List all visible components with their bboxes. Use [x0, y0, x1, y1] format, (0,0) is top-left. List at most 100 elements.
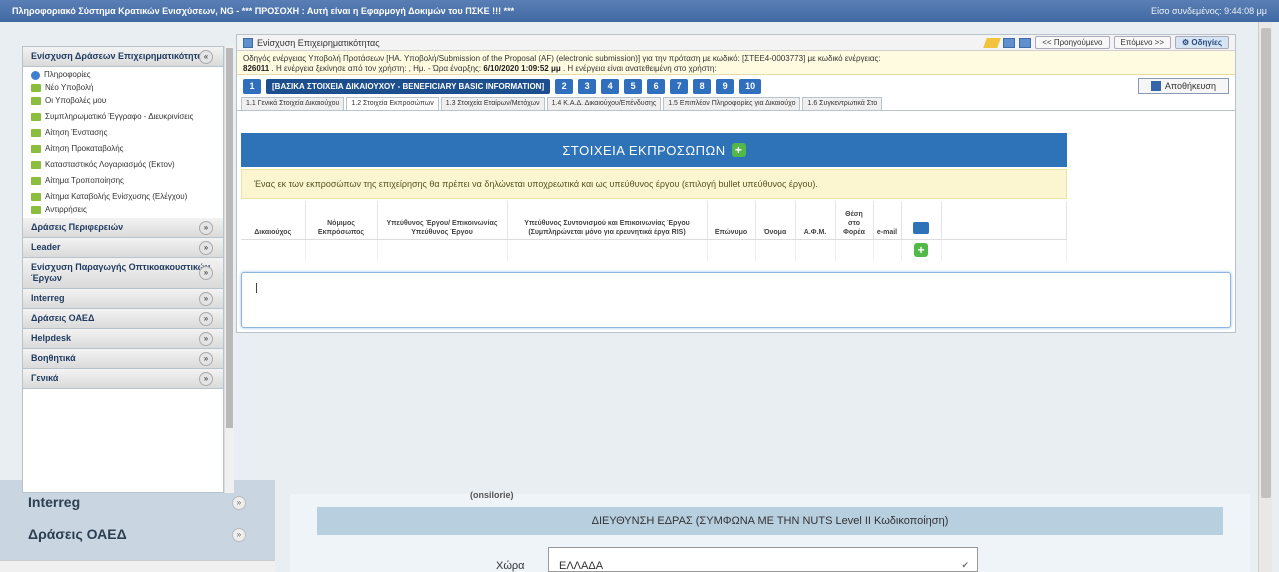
text-caret	[256, 283, 257, 293]
step-button[interactable]: 6	[647, 78, 666, 94]
sidebar-group[interactable]: Ενίσχυση Παραγωγής Οπτικοακουστικών Έργω…	[23, 258, 223, 289]
sidebar-group[interactable]: Leader »	[23, 238, 223, 258]
edit-icon[interactable]	[983, 37, 1002, 48]
sidebar-item-info[interactable]: Πληροφορίες	[23, 67, 223, 83]
scroll-thumb[interactable]	[1261, 28, 1271, 498]
column-header: Επώνυμο	[707, 201, 756, 240]
sidebar-group-label: Interreg	[31, 293, 65, 303]
chevron-down-icon[interactable]: »	[199, 240, 213, 255]
chevron-down-icon[interactable]: »	[199, 220, 213, 235]
chevron-down-icon[interactable]: »	[199, 331, 213, 346]
table-cell	[241, 239, 306, 261]
sidebar-item-supplementary[interactable]: Συμπληρωματικό Έγγραφο - Διευκρινίσεις	[23, 109, 223, 125]
window-icon	[243, 37, 253, 48]
table-icon[interactable]	[1003, 37, 1016, 48]
sidebar-section-header[interactable]: Ενίσχυση Δράσεων Επιχειρηματικότητας «	[23, 47, 223, 67]
sidebar-section-title: Ενίσχυση Δράσεων Επιχειρηματικότητας	[31, 51, 208, 61]
step-button[interactable]: 8	[693, 78, 712, 94]
chevron-down-icon[interactable]: »	[232, 496, 246, 510]
sidebar-group[interactable]: Helpdesk »	[23, 329, 223, 349]
step-1-button[interactable]: 1	[243, 78, 261, 94]
column-header: e-mail	[873, 201, 902, 240]
info-text: Οδηγός ενέργειας Υποβολή Προτάσεων [ΗΑ. …	[243, 54, 881, 63]
sidebar-item-objection[interactable]: Αίτηση Ένστασης	[23, 125, 223, 141]
sidebar-group[interactable]: Γενικά »	[23, 369, 223, 389]
folder-icon	[31, 145, 41, 153]
notice-message: Ένας εκ των εκπροσώπων της επιχείρησης θ…	[241, 169, 1067, 199]
column-header: Νόμιμος Εκπρόσωπος	[305, 201, 378, 240]
chevron-up-icon[interactable]: «	[199, 49, 213, 64]
step-button[interactable]: 7	[670, 78, 689, 94]
sidebar-item-my-submissions[interactable]: Οι Υποβολές μου	[23, 96, 223, 109]
info-text: . Η ενέργεια ξεκίνησε από τον χρήστη:	[271, 64, 407, 73]
chevron-down-icon[interactable]: »	[199, 266, 213, 280]
chevron-down-icon[interactable]: »	[199, 291, 213, 306]
representatives-table: Δικαιούχος Νόμιμος Εκπρόσωπος Υπεύθυνος …	[241, 201, 1067, 261]
panel-header: Ενίσχυση Επιχειρηματικότητας << Προηγούμ…	[237, 35, 1235, 51]
step-button[interactable]: 3	[578, 78, 597, 94]
session-status: Είσο συνδεμένος: 9:44:08 μμ	[1150, 6, 1267, 16]
tab-kad[interactable]: 1.4 Κ.Α.Δ. Δικαιούχου/Επένδυσης	[546, 97, 662, 110]
horizontal-scrollbar[interactable]	[0, 560, 275, 572]
app-title: Πληροφοριακό Σύστημα Κρατικών Ενισχύσεων…	[12, 6, 515, 16]
sidebar: Ενίσχυση Δράσεων Επιχειρηματικότητας « Π…	[22, 46, 224, 493]
country-value: ΕΛΛΑΔΑ	[559, 560, 604, 572]
sidebar-item-objections[interactable]: Αντιρρήσεις	[23, 205, 223, 218]
sidebar-group[interactable]: Interreg »	[23, 289, 223, 309]
tab-partners[interactable]: 1.3 Στοιχεία Εταίρων/Μετόχων	[440, 97, 545, 110]
current-step-label: [ΒΑΣΙΚΑ ΣΤΟΙΧΕΙΑ ΔΙΚΑΙΟΥΧΟΥ - BENEFICIAR…	[266, 78, 551, 94]
scroll-thumb[interactable]	[226, 48, 233, 428]
grid-icon[interactable]	[1019, 37, 1032, 48]
address-section-header: ΔΙΕΥΘΥΝΣΗ ΕΔΡΑΣ (ΣΥΜΦΩΝΑ ΜΕ ΤΗΝ NUTS Lev…	[317, 507, 1223, 535]
sidebar-scrollbar[interactable]	[224, 46, 234, 493]
sidebar-item-payment[interactable]: Αίτημα Καταβολής Ενίσχυσης (Ελέγχου)	[23, 189, 223, 205]
next-button[interactable]: Επόμενο >>	[1113, 36, 1171, 49]
sidebar-item-label: Αίτημα Καταβολής Ενίσχυσης (Ελέγχου)	[45, 192, 188, 201]
sidebar-item-label: Οι Υποβολές μου	[45, 96, 107, 105]
sidebar-item-advance[interactable]: Αίτηση Προκαταβολής	[23, 141, 223, 157]
step-button[interactable]: 2	[555, 78, 574, 94]
sidebar-item-new-submission[interactable]: Νέο Υποβολή	[23, 83, 223, 96]
folder-icon	[31, 193, 41, 201]
folder-icon	[31, 206, 41, 214]
folder-icon	[31, 97, 41, 105]
sidebar-item-modification[interactable]: Αίτημα Τροποποίησης	[23, 173, 223, 189]
column-chooser-cell	[901, 201, 942, 240]
add-icon[interactable]: +	[731, 143, 746, 157]
bg-sidebar-item-oaed[interactable]: Δράσεις ΟΑΕΔ	[28, 526, 127, 542]
info-text: . Η ενέργεια είναι ανατεθειμένη στο χρήσ…	[562, 64, 717, 73]
country-select[interactable]: ΕΛΛΑΔΑ ✔	[548, 547, 978, 572]
step-button[interactable]: 9	[716, 78, 735, 94]
bg-sidebar-item-interreg[interactable]: Interreg	[28, 494, 80, 510]
help-button[interactable]: ⚙ Οδηγίες	[1175, 36, 1229, 49]
column-header: Α.Φ.Μ.	[795, 201, 836, 240]
chevron-down-icon[interactable]: »	[199, 311, 213, 326]
sidebar-item-label: Συμπληρωματικό Έγγραφο - Διευκρινίσεις	[45, 112, 194, 121]
chevron-down-icon[interactable]: »	[232, 528, 246, 542]
tab-extra-info[interactable]: 1.5 Επιπλέον Πληροφορίες για Δικαιούχο	[663, 97, 801, 110]
folder-icon	[31, 113, 41, 121]
page-scrollbar[interactable]	[1258, 22, 1272, 572]
sidebar-group[interactable]: Δράσεις Περιφερειών »	[23, 218, 223, 238]
comment-textarea[interactable]	[241, 272, 1231, 328]
save-icon	[1150, 81, 1161, 91]
sidebar-item-label: Αίτηση Ένστασης	[45, 128, 108, 137]
add-row-icon[interactable]: +	[914, 243, 928, 258]
step-button[interactable]: 4	[601, 78, 620, 94]
tab-summary[interactable]: 1.6 Συγκεντρωτικά Στο	[802, 97, 883, 110]
table-cell	[707, 239, 756, 261]
sidebar-group[interactable]: Δράσεις ΟΑΕΔ »	[23, 309, 223, 329]
chevron-down-icon[interactable]: »	[199, 371, 213, 386]
save-button[interactable]: Αποθήκευση	[1137, 78, 1229, 94]
sidebar-group[interactable]: Βοηθητικά »	[23, 349, 223, 369]
step-button[interactable]: 5	[624, 78, 643, 94]
tab-general[interactable]: 1.1 Γενικά Στοιχεία Δικαιούχου	[241, 97, 345, 110]
background-sidebar: Interreg » Δράσεις ΟΑΕΔ »	[0, 480, 275, 572]
tab-representatives[interactable]: 1.2 Στοιχεία Εκπροσώπων	[346, 97, 439, 110]
column-chooser-icon[interactable]	[913, 221, 929, 234]
chevron-down-icon[interactable]: »	[199, 351, 213, 366]
step-button[interactable]: 10	[739, 78, 762, 94]
sidebar-item-label: Αίτημα Τροποποίησης	[45, 176, 124, 185]
sidebar-item-account[interactable]: Κατασταστικός Λογαριασμός (Εκτον)	[23, 157, 223, 173]
previous-button[interactable]: << Προηγούμενο	[1035, 36, 1110, 49]
